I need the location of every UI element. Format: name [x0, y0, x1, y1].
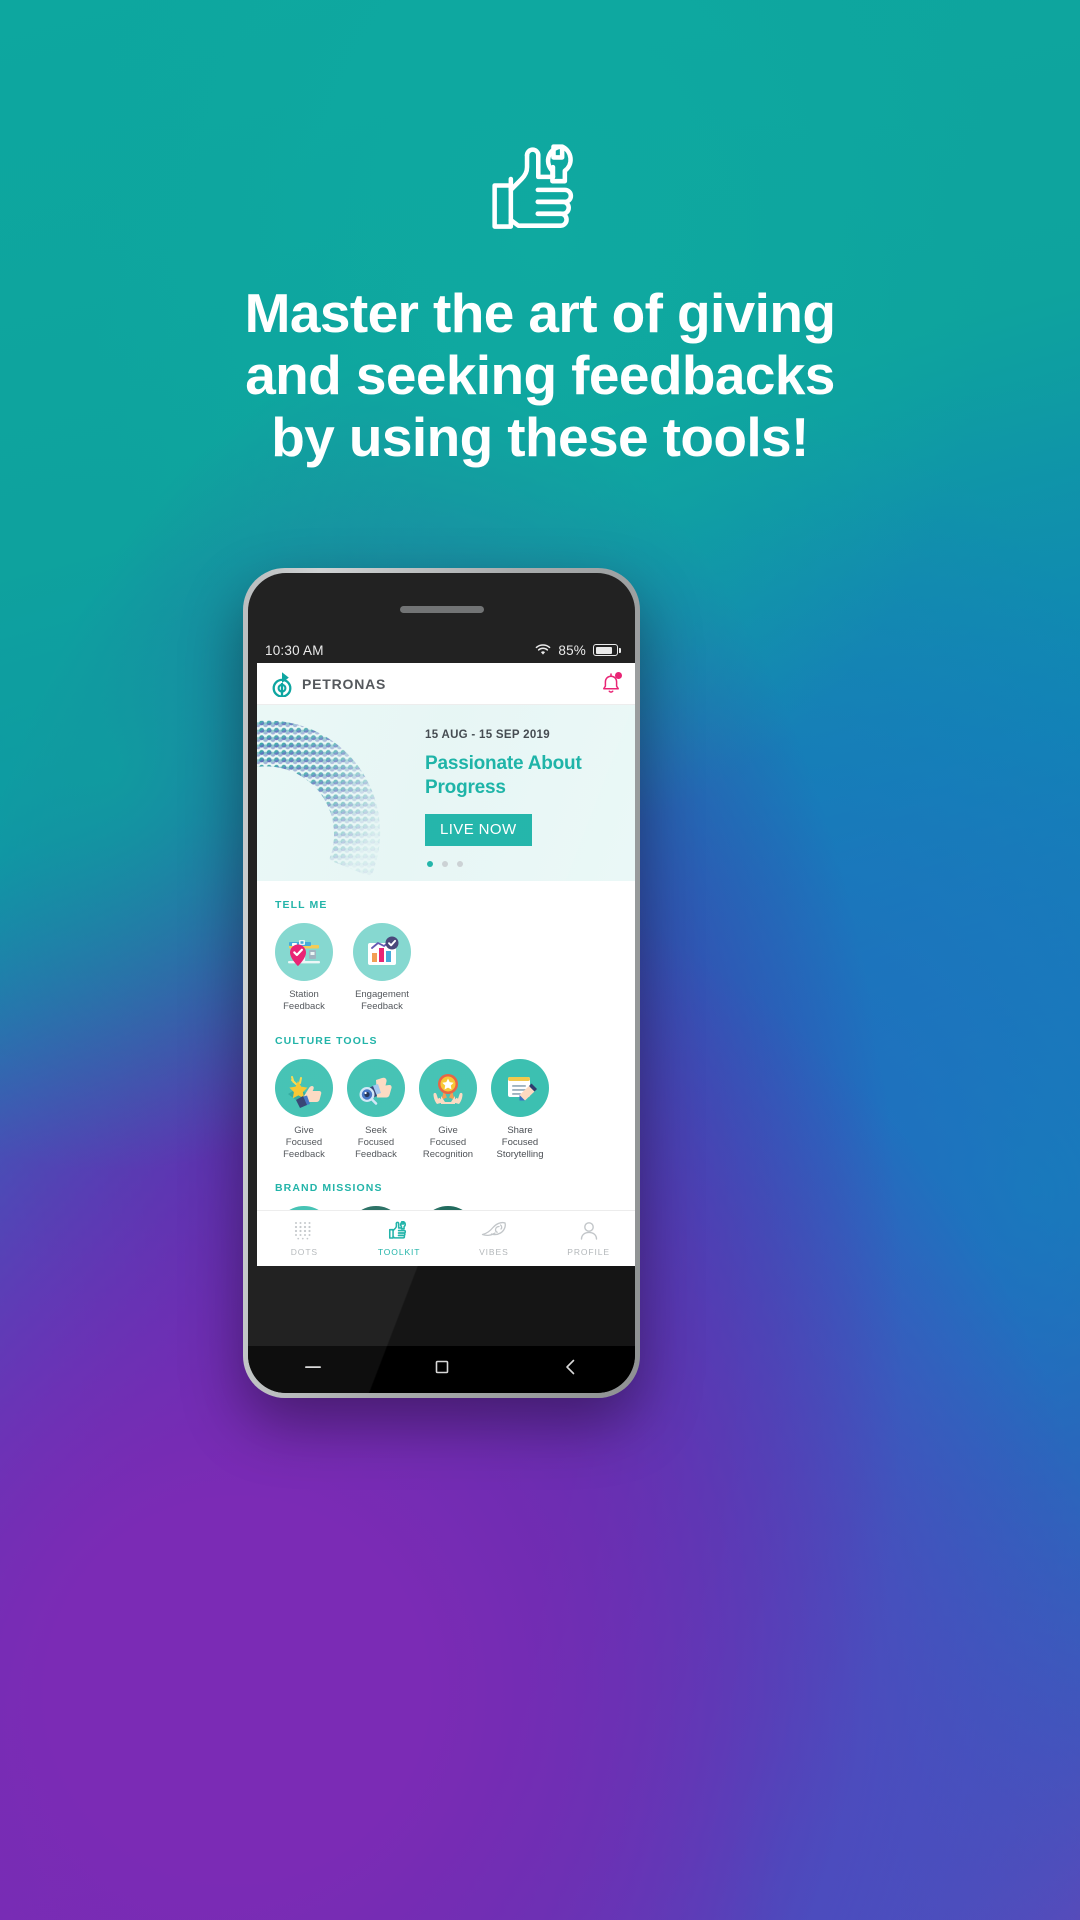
tile-grid: Station Feedback Engagement Feedback [275, 923, 618, 1013]
tab-vibes[interactable]: VIBES [447, 1220, 542, 1257]
status-bar-time: 10:30 AM [265, 642, 324, 658]
tab-dots[interactable]: DOTS [257, 1220, 352, 1257]
give-focused-feedback-icon [275, 1058, 333, 1117]
toolkit-icon [389, 1220, 407, 1239]
promo-banner[interactable]: 15 AUG - 15 SEP 2019 Passionate About Pr… [257, 705, 635, 881]
station-feedback-icon [275, 923, 333, 981]
tile-label: Seek Focused Feedback [355, 1124, 397, 1160]
android-nav-bar [248, 1346, 635, 1393]
recents-icon[interactable] [303, 1357, 323, 1382]
tab-label: DOTS [290, 1247, 318, 1257]
vibes-icon [481, 1221, 506, 1236]
notification-button[interactable] [600, 671, 622, 696]
halftone-arc-graphic [257, 705, 436, 881]
tile-label: Give Focused Feedback [283, 1124, 325, 1160]
tile-label: Station Feedback [283, 989, 325, 1012]
tile-share-focused-storytelling[interactable]: Share Focused Storytelling [491, 1058, 549, 1161]
phone-speaker [399, 606, 484, 613]
live-now-button[interactable]: LIVE NOW [425, 813, 532, 846]
tile-station-feedback[interactable]: Station Feedback [275, 923, 333, 1013]
app-header: PETRONAS [257, 663, 635, 705]
hero-title-line-3: by using these tools! [271, 406, 809, 469]
engagement-feedback-icon [353, 923, 411, 981]
brand-name: PETRONAS [302, 675, 387, 692]
thumbs-up-wrench-icon [492, 144, 574, 229]
section-tell-me: TELL ME Station Feedback Engagement Feed… [257, 899, 635, 1013]
banner-title: Passionate About Progress [425, 753, 582, 799]
banner-text: 15 AUG - 15 SEP 2019 Passionate About Pr… [425, 729, 605, 846]
tile-grid: Give Focused Feedback Seek Focused Feedb… [275, 1058, 618, 1161]
dots-icon [295, 1222, 311, 1240]
profile-icon [580, 1222, 597, 1240]
tile-label: Engagement Feedback [355, 989, 409, 1012]
section-title: TELL ME [275, 899, 328, 911]
banner-dot-3[interactable] [457, 861, 463, 867]
seek-focused-feedback-icon [347, 1058, 405, 1117]
share-focused-storytelling-icon [491, 1058, 549, 1117]
bottom-tab-bar: DOTS TOOLKIT VIBES PROFILE [257, 1210, 635, 1266]
hero-title: Master the art of giving and seeking fee… [0, 282, 1080, 468]
tile-seek-focused-feedback[interactable]: Seek Focused Feedback [347, 1058, 405, 1161]
home-icon[interactable] [432, 1357, 452, 1382]
tab-label: PROFILE [567, 1247, 610, 1257]
tile-label: Share Focused Storytelling [496, 1124, 544, 1160]
tab-label: VIBES [479, 1247, 509, 1257]
phone-mockup: 10:30 AM 85% PETRONAS 15 AUG - 15 SEP 20… [243, 568, 640, 1398]
hero-section: Master the art of giving and seeking fee… [0, 0, 1080, 468]
tile-label: Give Focused Recognition [422, 1124, 474, 1160]
banner-dot-2[interactable] [442, 861, 448, 867]
status-bar: 10:30 AM 85% [248, 637, 635, 663]
banner-dot-1[interactable] [427, 861, 433, 867]
hero-title-line-1: Master the art of giving [244, 282, 836, 344]
section-title: BRAND MISSIONS [275, 1182, 383, 1195]
tile-give-focused-feedback[interactable]: Give Focused Feedback [275, 1058, 333, 1161]
back-icon[interactable] [561, 1357, 581, 1382]
tab-toolkit[interactable]: TOOLKIT [352, 1220, 447, 1257]
tile-give-focused-recognition[interactable]: Give Focused Recognition [419, 1058, 477, 1161]
brand: PETRONAS [271, 671, 386, 697]
banner-pagination-dots[interactable] [427, 861, 463, 867]
battery-icon [593, 644, 621, 656]
tab-profile[interactable]: PROFILE [541, 1220, 635, 1257]
tile-engagement-feedback[interactable]: Engagement Feedback [353, 923, 411, 1013]
petronas-logo-icon [272, 671, 292, 697]
section-title: CULTURE TOOLS [275, 1034, 378, 1047]
phone-body: 10:30 AM 85% PETRONAS 15 AUG - 15 SEP 20… [248, 573, 635, 1393]
hero-title-line-2: and seeking feedbacks [245, 344, 835, 407]
tab-label: TOOLKIT [377, 1247, 421, 1257]
app-screen: PETRONAS 15 AUG - 15 SEP 2019 Passionate… [257, 663, 635, 1266]
banner-date-range: 15 AUG - 15 SEP 2019 [425, 729, 550, 741]
section-culture-tools: CULTURE TOOLS Give Focused Feedback Seek… [257, 1035, 635, 1161]
give-focused-recognition-icon [419, 1058, 477, 1117]
notification-badge [615, 671, 622, 679]
status-bar-battery-percent: 85% [558, 642, 586, 658]
wifi-icon [536, 644, 551, 655]
